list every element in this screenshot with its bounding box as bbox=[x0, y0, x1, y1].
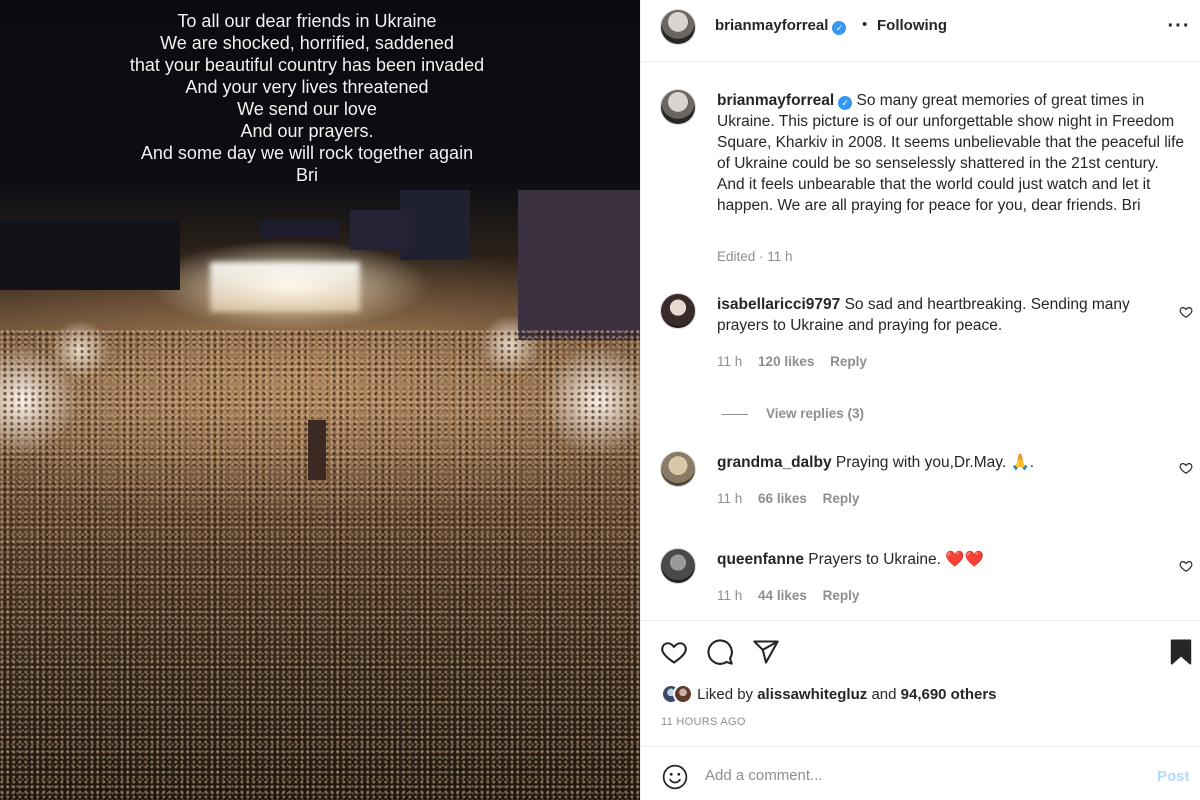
comment-like-heart-icon[interactable] bbox=[1179, 461, 1193, 475]
commenter-avatar[interactable] bbox=[660, 548, 696, 584]
view-replies-line bbox=[722, 413, 748, 415]
concert-crowd bbox=[0, 330, 640, 800]
reply-button[interactable]: Reply bbox=[823, 491, 860, 506]
liked-by-prefix: Liked by bbox=[697, 686, 754, 703]
overlay-line: To all our dear friends in Ukraine bbox=[177, 11, 437, 31]
commenter-avatar[interactable] bbox=[660, 293, 696, 329]
commenter-username[interactable]: grandma_dalby bbox=[717, 454, 832, 471]
overlay-line: And some day we will rock together again bbox=[140, 143, 474, 163]
save-bookmark-icon[interactable] bbox=[1167, 638, 1195, 666]
reply-button[interactable]: Reply bbox=[830, 354, 867, 369]
add-comment-input[interactable] bbox=[705, 767, 1125, 784]
share-icon[interactable] bbox=[752, 638, 780, 666]
photo-overlay-text: To all our dear friends in Ukraine We ar… bbox=[60, 10, 554, 186]
comments-scroll-area[interactable]: brianmayforreal ✓ So many great memories … bbox=[641, 62, 1200, 620]
comment-text: Praying with you,Dr.May. 🙏. bbox=[835, 454, 1035, 471]
caption-username[interactable]: brianmayforreal bbox=[717, 92, 834, 109]
comment-likes[interactable]: 44 likes bbox=[758, 588, 807, 603]
verified-badge-icon: ✓ bbox=[832, 21, 847, 35]
overlay-line: And our prayers. bbox=[240, 121, 374, 141]
post-details-panel: brianmayforreal ✓ • Following ··· brianma… bbox=[640, 0, 1200, 800]
caption-text: So many great memories of great times in… bbox=[717, 92, 1185, 214]
comment-body: isabellaricci9797 So sad and heartbreaki… bbox=[717, 294, 1177, 336]
following-button[interactable]: Following bbox=[877, 17, 947, 34]
caption-avatar[interactable] bbox=[660, 89, 696, 125]
overlay-line: that your beautiful country has been inv… bbox=[129, 55, 485, 75]
add-comment-bar: Post bbox=[641, 746, 1200, 800]
post-comment-button[interactable]: Post bbox=[1157, 768, 1190, 785]
reply-button[interactable]: Reply bbox=[823, 588, 860, 603]
comment-icon[interactable] bbox=[706, 638, 734, 666]
author-username[interactable]: brianmayforreal ✓ bbox=[715, 17, 847, 35]
liked-by-user[interactable]: alissawhitegluz bbox=[757, 686, 867, 703]
comment-body: grandma_dalby Praying with you,Dr.May. 🙏… bbox=[717, 452, 1177, 473]
commenter-avatar[interactable] bbox=[660, 451, 696, 487]
post-header: brianmayforreal ✓ • Following ··· bbox=[641, 0, 1200, 62]
verified-badge-icon: ✓ bbox=[838, 96, 853, 110]
likes-count-link[interactable]: 94,690 others bbox=[901, 686, 997, 703]
comment-time: 11 h bbox=[717, 354, 743, 369]
concert-stage bbox=[210, 262, 360, 312]
comment-text: Prayers to Ukraine. ❤️❤️ bbox=[808, 551, 984, 568]
overlay-line: We are shocked, horrified, saddened bbox=[160, 33, 454, 53]
header-separator: • bbox=[862, 16, 868, 33]
comment-meta: 11 h 44 likes Reply bbox=[717, 588, 871, 603]
photo-buildings bbox=[0, 180, 640, 340]
comment-like-heart-icon[interactable] bbox=[1179, 559, 1193, 573]
view-replies-button[interactable]: View replies (3) bbox=[722, 406, 864, 421]
caption-edited-time: Edited · 11 h bbox=[717, 249, 793, 264]
overlay-line: And your very lives threatened bbox=[185, 77, 429, 97]
liker-avatar[interactable] bbox=[673, 684, 693, 704]
comment-time: 11 h bbox=[717, 588, 743, 603]
liked-by-and: and bbox=[871, 686, 897, 703]
liked-by-summary: Liked by alissawhitegluz and 94,690 othe… bbox=[661, 684, 997, 704]
commenter-username[interactable]: queenfanne bbox=[717, 551, 804, 568]
comment-likes[interactable]: 66 likes bbox=[758, 491, 807, 506]
comment-like-heart-icon[interactable] bbox=[1179, 305, 1193, 319]
post-caption: brianmayforreal ✓ So many great memories … bbox=[717, 90, 1187, 216]
comment-meta: 11 h 66 likes Reply bbox=[717, 491, 871, 506]
sound-tower bbox=[308, 420, 326, 480]
comment-meta: 11 h 120 likes Reply bbox=[717, 354, 879, 369]
overlay-line: Bri bbox=[296, 165, 318, 185]
overlay-line: We send our love bbox=[237, 99, 377, 119]
comment-time: 11 h bbox=[717, 491, 743, 506]
post-actions: Liked by alissawhitegluz and 94,690 othe… bbox=[641, 620, 1200, 746]
post-time-ago[interactable]: 11 HOURS AGO bbox=[661, 716, 746, 728]
more-options-icon[interactable]: ··· bbox=[1165, 14, 1193, 42]
comment-likes[interactable]: 120 likes bbox=[758, 354, 814, 369]
commenter-username[interactable]: isabellaricci9797 bbox=[717, 296, 840, 313]
author-avatar[interactable] bbox=[660, 9, 696, 45]
emoji-icon[interactable] bbox=[662, 764, 688, 790]
post-photo[interactable]: To all our dear friends in Ukraine We ar… bbox=[0, 0, 640, 800]
comment-body: queenfanne Prayers to Ukraine. ❤️❤️ bbox=[717, 549, 1177, 570]
like-heart-icon[interactable] bbox=[660, 638, 688, 666]
